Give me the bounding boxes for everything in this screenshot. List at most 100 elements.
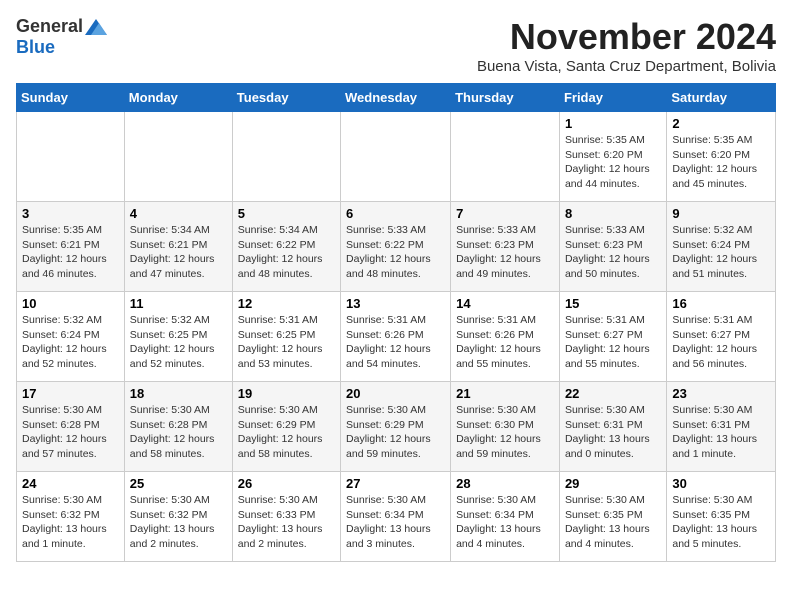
calendar-cell: 6 Sunrise: 5:33 AM Sunset: 6:22 PM Daylig… xyxy=(341,202,451,292)
logo-triangle-icon xyxy=(85,19,107,35)
day-number: 15 xyxy=(565,296,661,311)
day-number: 5 xyxy=(238,206,335,221)
day-info: Sunrise: 5:31 AM Sunset: 6:27 PM Dayligh… xyxy=(672,313,770,372)
day-number: 11 xyxy=(130,296,227,311)
calendar-cell: 12 Sunrise: 5:31 AM Sunset: 6:25 PM Dayli… xyxy=(232,292,340,382)
calendar-cell: 2Sunrise: 5:35 AM Sunset: 6:20 PM Daylig… xyxy=(667,112,776,202)
day-number: 25 xyxy=(130,476,227,491)
day-number: 30 xyxy=(672,476,770,491)
calendar-cell: 21 Sunrise: 5:30 AM Sunset: 6:30 PM Dayli… xyxy=(451,382,560,472)
location-title: Buena Vista, Santa Cruz Department, Boli… xyxy=(477,58,776,75)
title-area: November 2024 Buena Vista, Santa Cruz De… xyxy=(477,16,776,75)
logo-blue: Blue xyxy=(16,37,55,58)
calendar-cell: 3 Sunrise: 5:35 AM Sunset: 6:21 PM Daylig… xyxy=(17,202,125,292)
calendar-cell xyxy=(17,112,125,202)
day-info: Sunrise: 5:33 AM Sunset: 6:22 PM Dayligh… xyxy=(346,223,445,282)
day-number: 8 xyxy=(565,206,661,221)
day-number: 6 xyxy=(346,206,445,221)
day-info: Sunrise: 5:30 AM Sunset: 6:31 PM Dayligh… xyxy=(565,403,661,462)
calendar-cell: 26 Sunrise: 5:30 AM Sunset: 6:33 PM Dayli… xyxy=(232,472,340,562)
calendar-week-row: 24 Sunrise: 5:30 AM Sunset: 6:32 PM Dayli… xyxy=(17,472,776,562)
calendar-cell: 13Sunrise: 5:31 AM Sunset: 6:26 PM Dayli… xyxy=(341,292,451,382)
day-number: 29 xyxy=(565,476,661,491)
day-number: 24 xyxy=(22,476,119,491)
calendar-cell: 7Sunrise: 5:33 AM Sunset: 6:23 PM Daylig… xyxy=(451,202,560,292)
calendar-cell: 25 Sunrise: 5:30 AM Sunset: 6:32 PM Dayli… xyxy=(124,472,232,562)
calendar-week-row: 1Sunrise: 5:35 AM Sunset: 6:20 PM Daylig… xyxy=(17,112,776,202)
day-number: 27 xyxy=(346,476,445,491)
calendar-cell: 28 Sunrise: 5:30 AM Sunset: 6:34 PM Dayli… xyxy=(451,472,560,562)
calendar-header-monday: Monday xyxy=(124,84,232,112)
day-number: 4 xyxy=(130,206,227,221)
calendar-header-tuesday: Tuesday xyxy=(232,84,340,112)
calendar-cell: 30 Sunrise: 5:30 AM Sunset: 6:35 PM Dayli… xyxy=(667,472,776,562)
calendar-cell: 19 Sunrise: 5:30 AM Sunset: 6:29 PM Dayli… xyxy=(232,382,340,472)
calendar-cell: 17Sunrise: 5:30 AM Sunset: 6:28 PM Dayli… xyxy=(17,382,125,472)
day-number: 10 xyxy=(22,296,119,311)
calendar-cell: 11 Sunrise: 5:32 AM Sunset: 6:25 PM Dayli… xyxy=(124,292,232,382)
calendar-cell: 5 Sunrise: 5:34 AM Sunset: 6:22 PM Daylig… xyxy=(232,202,340,292)
calendar-header-sunday: Sunday xyxy=(17,84,125,112)
day-number: 17 xyxy=(22,386,119,401)
day-info: Sunrise: 5:32 AM Sunset: 6:24 PM Dayligh… xyxy=(672,223,770,282)
day-info: Sunrise: 5:30 AM Sunset: 6:31 PM Dayligh… xyxy=(672,403,770,462)
logo-general: General xyxy=(16,16,83,37)
day-info: Sunrise: 5:30 AM Sunset: 6:32 PM Dayligh… xyxy=(130,493,227,552)
calendar-header-friday: Friday xyxy=(559,84,666,112)
calendar-cell: 24 Sunrise: 5:30 AM Sunset: 6:32 PM Dayli… xyxy=(17,472,125,562)
calendar-table: SundayMondayTuesdayWednesdayThursdayFrid… xyxy=(16,83,776,562)
day-number: 9 xyxy=(672,206,770,221)
day-number: 3 xyxy=(22,206,119,221)
day-number: 14 xyxy=(456,296,554,311)
day-number: 16 xyxy=(672,296,770,311)
day-info: Sunrise: 5:33 AM Sunset: 6:23 PM Dayligh… xyxy=(456,223,554,282)
day-info: Sunrise: 5:31 AM Sunset: 6:26 PM Dayligh… xyxy=(456,313,554,372)
day-number: 26 xyxy=(238,476,335,491)
calendar-cell: 20Sunrise: 5:30 AM Sunset: 6:29 PM Dayli… xyxy=(341,382,451,472)
calendar-cell: 15 Sunrise: 5:31 AM Sunset: 6:27 PM Dayli… xyxy=(559,292,666,382)
day-number: 28 xyxy=(456,476,554,491)
calendar-cell: 23 Sunrise: 5:30 AM Sunset: 6:31 PM Dayli… xyxy=(667,382,776,472)
day-number: 12 xyxy=(238,296,335,311)
day-number: 2 xyxy=(672,116,770,131)
calendar-week-row: 10 Sunrise: 5:32 AM Sunset: 6:24 PM Dayli… xyxy=(17,292,776,382)
day-info: Sunrise: 5:34 AM Sunset: 6:22 PM Dayligh… xyxy=(238,223,335,282)
day-info: Sunrise: 5:35 AM Sunset: 6:21 PM Dayligh… xyxy=(22,223,119,282)
calendar-cell: 10 Sunrise: 5:32 AM Sunset: 6:24 PM Dayli… xyxy=(17,292,125,382)
day-info: Sunrise: 5:30 AM Sunset: 6:28 PM Dayligh… xyxy=(130,403,227,462)
calendar-cell xyxy=(124,112,232,202)
day-info: Sunrise: 5:30 AM Sunset: 6:35 PM Dayligh… xyxy=(672,493,770,552)
day-info: Sunrise: 5:32 AM Sunset: 6:25 PM Dayligh… xyxy=(130,313,227,372)
day-info: Sunrise: 5:30 AM Sunset: 6:34 PM Dayligh… xyxy=(346,493,445,552)
day-info: Sunrise: 5:31 AM Sunset: 6:25 PM Dayligh… xyxy=(238,313,335,372)
day-number: 19 xyxy=(238,386,335,401)
calendar-cell: 16 Sunrise: 5:31 AM Sunset: 6:27 PM Dayli… xyxy=(667,292,776,382)
month-title: November 2024 xyxy=(477,16,776,58)
day-info: Sunrise: 5:30 AM Sunset: 6:30 PM Dayligh… xyxy=(456,403,554,462)
calendar-cell: 29 Sunrise: 5:30 AM Sunset: 6:35 PM Dayli… xyxy=(559,472,666,562)
day-number: 20 xyxy=(346,386,445,401)
day-number: 21 xyxy=(456,386,554,401)
day-info: Sunrise: 5:33 AM Sunset: 6:23 PM Dayligh… xyxy=(565,223,661,282)
calendar-cell xyxy=(341,112,451,202)
calendar-header-saturday: Saturday xyxy=(667,84,776,112)
day-number: 23 xyxy=(672,386,770,401)
calendar-cell xyxy=(451,112,560,202)
day-info: Sunrise: 5:30 AM Sunset: 6:34 PM Dayligh… xyxy=(456,493,554,552)
day-info: Sunrise: 5:34 AM Sunset: 6:21 PM Dayligh… xyxy=(130,223,227,282)
calendar-cell: 22 Sunrise: 5:30 AM Sunset: 6:31 PM Dayli… xyxy=(559,382,666,472)
calendar-week-row: 3 Sunrise: 5:35 AM Sunset: 6:21 PM Daylig… xyxy=(17,202,776,292)
calendar-cell: 4 Sunrise: 5:34 AM Sunset: 6:21 PM Daylig… xyxy=(124,202,232,292)
day-number: 22 xyxy=(565,386,661,401)
day-info: Sunrise: 5:30 AM Sunset: 6:32 PM Dayligh… xyxy=(22,493,119,552)
day-info: Sunrise: 5:32 AM Sunset: 6:24 PM Dayligh… xyxy=(22,313,119,372)
day-info: Sunrise: 5:30 AM Sunset: 6:33 PM Dayligh… xyxy=(238,493,335,552)
calendar-header-row: SundayMondayTuesdayWednesdayThursdayFrid… xyxy=(17,84,776,112)
calendar-week-row: 17 Sunrise: 5:30 AM Sunset: 6:28 PM Dayli… xyxy=(17,382,776,472)
calendar-cell: 9 Sunrise: 5:32 AM Sunset: 6:24 PM Daylig… xyxy=(667,202,776,292)
day-number: 18 xyxy=(130,386,227,401)
calendar-cell xyxy=(232,112,340,202)
day-info: Sunrise: 5:30 AM Sunset: 6:29 PM Dayligh… xyxy=(238,403,335,462)
day-info: Sunrise: 5:30 AM Sunset: 6:35 PM Dayligh… xyxy=(565,493,661,552)
day-info: Sunrise: 5:31 AM Sunset: 6:27 PM Dayligh… xyxy=(565,313,661,372)
